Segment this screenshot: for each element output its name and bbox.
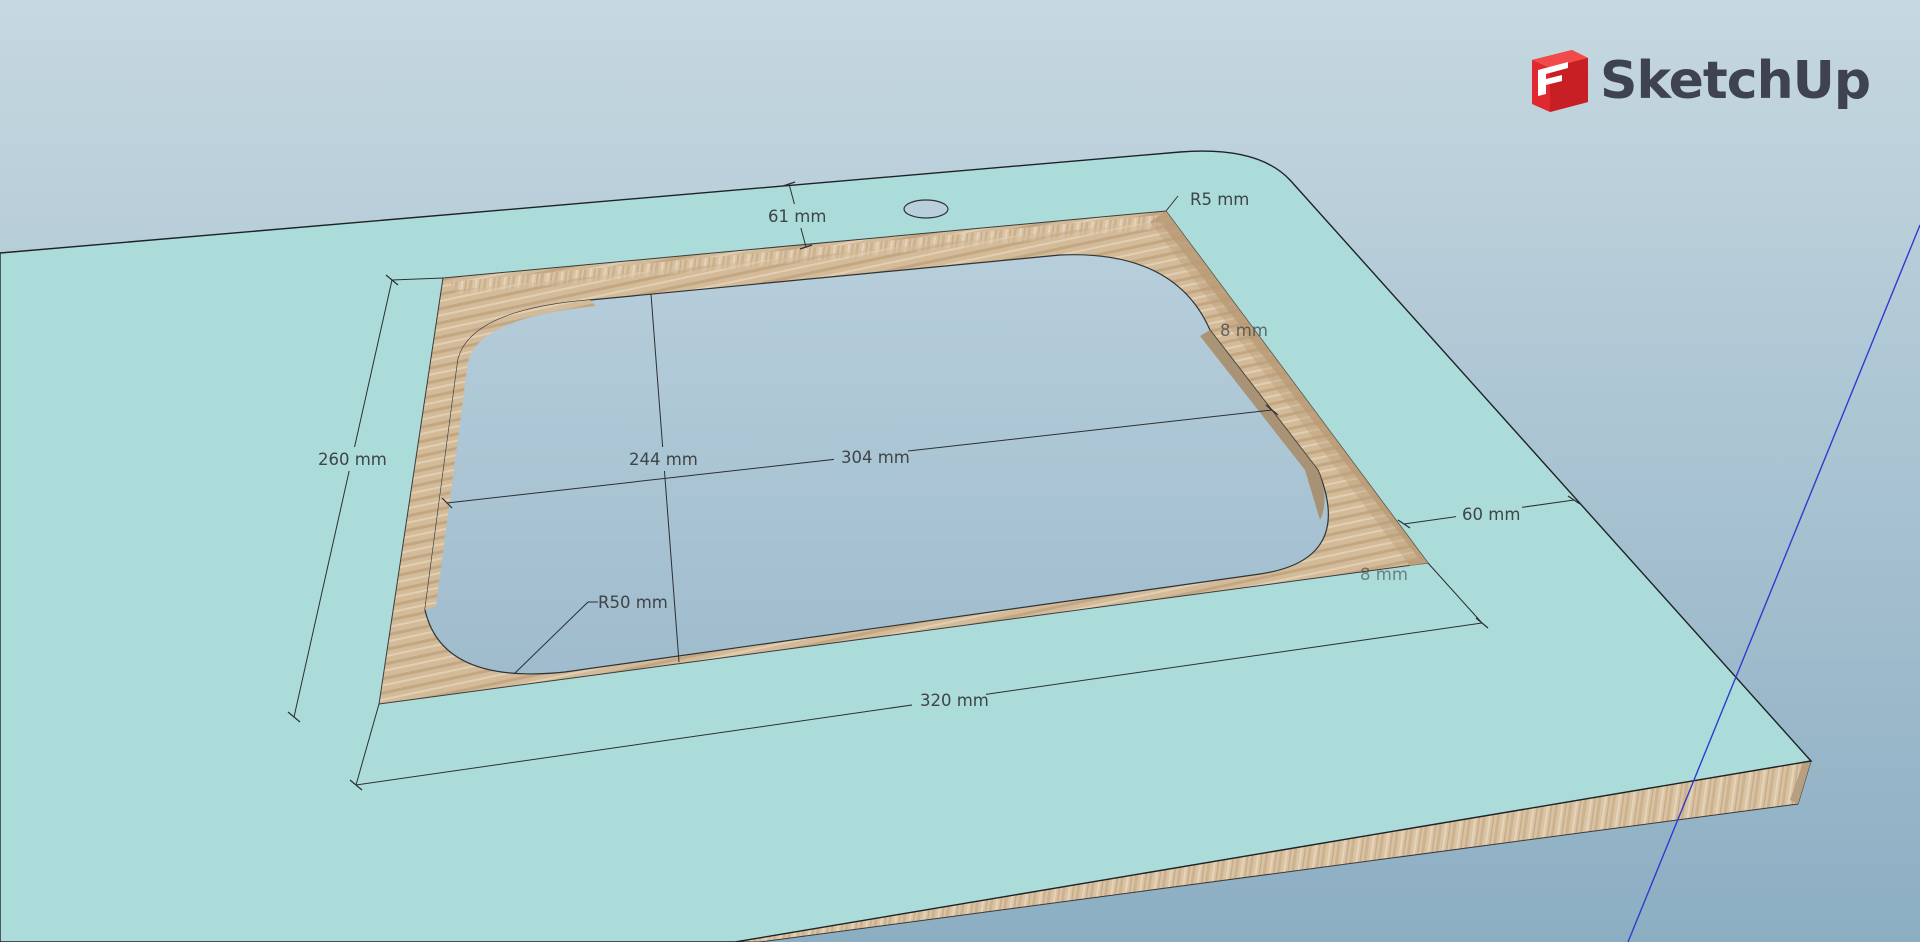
dim-label-60: 60 mm [1462,505,1520,524]
sketchup-brand: SketchUp [1528,46,1871,116]
3d-viewport[interactable]: 320 mm 260 mm 304 mm 244 mm 61 mm 60 mm … [0,0,1920,943]
tap-hole [903,199,949,219]
dim-label-244: 244 mm [629,450,698,469]
dim-label-260: 260 mm [318,450,387,469]
model-canvas[interactable]: 320 mm 260 mm 304 mm 244 mm 61 mm 60 mm … [0,0,1920,943]
dim-label-320: 320 mm [920,691,989,710]
dim-label-r50: R50 mm [598,593,668,612]
dim-label-r5: R5 mm [1190,190,1249,209]
dim-label-304: 304 mm [841,448,910,467]
dim-label-partial-right: 8 mm [1220,321,1268,340]
dim-label-partial-bottom: 8 mm [1360,565,1408,584]
dim-label-61: 61 mm [768,207,826,226]
sketchup-logo-icon [1532,50,1588,112]
brand-wordmark: SketchUp [1600,51,1871,111]
